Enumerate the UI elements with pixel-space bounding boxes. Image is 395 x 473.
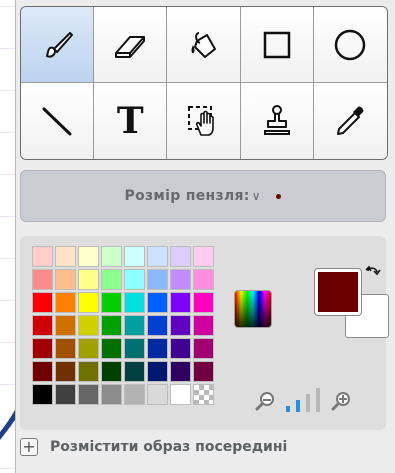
color-swatch[interactable] [147,361,168,382]
zoom-in-icon[interactable] [330,390,352,412]
color-swatch[interactable] [124,384,145,405]
color-swatch[interactable] [170,361,191,382]
brush-tool[interactable] [21,7,95,83]
color-swatch[interactable] [32,384,53,405]
line-icon [42,107,72,136]
zoom-control [254,388,352,412]
color-swatch[interactable] [101,384,122,405]
brush-size-selector[interactable]: Розмір пензля: ∨ [20,170,386,222]
color-swatch[interactable] [170,292,191,313]
eyedropper-icon [337,106,364,135]
eraser-icon [115,35,146,58]
color-swatch[interactable] [170,338,191,359]
color-swatch[interactable] [101,246,122,267]
zoom-level-bar[interactable] [296,400,300,412]
paint-editor-panel: T Розмір пензля: ∨ + Розмістити образ по… [15,0,395,473]
brush-icon [45,31,74,58]
color-swatch[interactable] [147,269,168,290]
color-swatch[interactable] [101,269,122,290]
color-swatch[interactable] [147,338,168,359]
color-swatch[interactable] [124,269,145,290]
color-swatch[interactable] [55,246,76,267]
color-swatch[interactable] [193,292,214,313]
zoom-level-bars[interactable] [286,388,320,412]
color-swatch[interactable] [147,384,168,405]
color-swatch[interactable] [78,384,99,405]
brush-size-label: Розмір пензля: [124,188,250,204]
color-swatch[interactable] [124,292,145,313]
zoom-level-bar[interactable] [306,394,310,412]
canvas-brush-stroke [0,410,15,440]
swap-colors-icon[interactable] [364,264,382,282]
color-swatch[interactable] [124,361,145,382]
color-swatch[interactable] [124,246,145,267]
color-swatch[interactable] [101,292,122,313]
brush-size-preview [276,193,282,199]
color-swatch[interactable] [124,338,145,359]
color-swatch-grid [32,246,214,405]
eraser-tool[interactable] [94,7,168,83]
color-swatch[interactable] [147,246,168,267]
text-icon: T [116,100,144,142]
select-hand-icon [188,106,215,136]
text-tool[interactable]: T [94,83,168,159]
center-image-row: + Розмістити образ посередині [20,432,395,462]
rectangle-tool[interactable] [240,7,314,83]
color-swatch[interactable] [170,246,191,267]
color-swatch[interactable] [78,361,99,382]
primary-color-well[interactable] [314,268,362,316]
zoom-level-bar[interactable] [286,406,290,412]
color-swatch[interactable] [32,315,53,336]
color-swatch[interactable] [32,338,53,359]
color-swatch[interactable] [170,269,191,290]
color-swatch[interactable] [193,338,214,359]
color-swatch[interactable] [147,315,168,336]
color-swatch[interactable] [193,315,214,336]
color-swatch[interactable] [55,338,76,359]
color-swatch[interactable] [78,246,99,267]
color-swatch[interactable] [124,315,145,336]
color-palette-area [20,236,389,430]
color-swatch[interactable] [32,246,53,267]
chevron-down-icon: ∨ [251,189,261,203]
color-swatch[interactable] [78,315,99,336]
color-swatch[interactable] [32,361,53,382]
line-tool[interactable] [21,83,95,159]
tool-grid: T [20,6,388,160]
stamp-icon [263,105,290,135]
select-tool[interactable] [167,83,241,159]
color-swatch[interactable] [170,315,191,336]
center-image-label[interactable]: Розмістити образ посередині [50,439,287,455]
color-swatch[interactable] [55,361,76,382]
zoom-level-bar[interactable] [316,388,320,412]
color-spectrum-picker[interactable] [234,290,272,328]
fill-tool[interactable] [167,7,241,83]
color-swatch[interactable] [193,361,214,382]
color-swatch[interactable] [101,361,122,382]
paint-bucket-icon [191,31,217,58]
eyedropper-tool[interactable] [313,83,387,159]
zoom-out-icon[interactable] [254,390,276,412]
color-swatch[interactable] [101,338,122,359]
color-swatch[interactable] [170,384,191,405]
rectangle-icon [263,31,290,58]
stamp-tool[interactable] [240,83,314,159]
color-swatch[interactable] [193,269,214,290]
center-image-button[interactable]: + [20,438,38,456]
color-swatch[interactable] [193,246,214,267]
color-swatch[interactable] [147,292,168,313]
color-swatch[interactable] [55,269,76,290]
ellipse-icon [335,29,366,60]
color-swatch[interactable] [78,338,99,359]
color-swatch[interactable] [55,315,76,336]
color-swatch[interactable] [32,292,53,313]
color-swatch[interactable] [32,269,53,290]
color-swatch[interactable] [78,292,99,313]
color-swatch[interactable] [55,292,76,313]
color-swatch[interactable] [55,384,76,405]
ellipse-tool[interactable] [313,7,387,83]
color-swatch[interactable] [101,315,122,336]
transparent-swatch[interactable] [193,384,214,405]
color-swatch[interactable] [78,269,99,290]
